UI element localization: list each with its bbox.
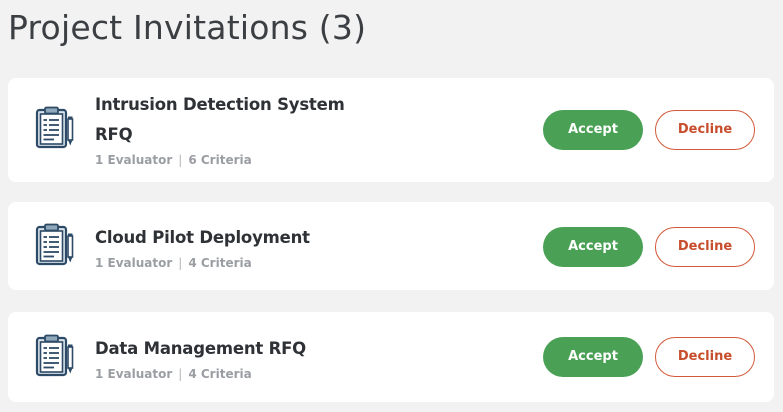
accept-button[interactable]: Accept (543, 337, 643, 377)
clipboard-icon (34, 106, 76, 150)
evaluator-count: 1 Evaluator (95, 256, 173, 270)
decline-button[interactable]: Decline (655, 337, 755, 377)
clipboard-icon (34, 334, 76, 378)
evaluator-count: 1 Evaluator (95, 153, 173, 167)
clipboard-icon (34, 223, 76, 267)
invitation-card: Data Management RFQ 1 Evaluator | 4 Criter… (8, 312, 774, 402)
meta-separator: | (178, 367, 183, 381)
meta-separator: | (178, 256, 183, 270)
accept-button[interactable]: Accept (543, 110, 643, 150)
evaluator-count: 1 Evaluator (95, 367, 173, 381)
project-title: Cloud Pilot Deployment (95, 228, 310, 247)
invitation-card: Intrusion Detection System RFQ 1 Evaluato… (8, 78, 774, 182)
meta-separator: | (178, 153, 183, 167)
decline-button[interactable]: Decline (655, 110, 755, 150)
invitation-info: Cloud Pilot Deployment 1 Evaluator | 4 Cri… (95, 223, 355, 271)
criteria-count: 4 Criteria (188, 367, 252, 381)
project-title-line: Intrusion Detection System (95, 95, 345, 114)
project-meta: 1 Evaluator | 4 Criteria (95, 255, 355, 271)
project-title-line: RFQ (95, 125, 133, 144)
invitation-info: Data Management RFQ 1 Evaluator | 4 Criter… (95, 334, 355, 382)
invitation-info: Intrusion Detection System RFQ 1 Evaluato… (95, 90, 355, 168)
accept-button[interactable]: Accept (543, 227, 643, 267)
project-title: Data Management RFQ (95, 339, 306, 358)
page-title: Project Invitations (3) (8, 8, 367, 47)
project-meta: 1 Evaluator | 6 Criteria (95, 152, 355, 168)
decline-button[interactable]: Decline (655, 227, 755, 267)
criteria-count: 4 Criteria (188, 256, 252, 270)
project-meta: 1 Evaluator | 4 Criteria (95, 366, 355, 382)
project-title: Intrusion Detection System RFQ (95, 90, 355, 150)
invitation-card: Cloud Pilot Deployment 1 Evaluator | 4 Cri… (8, 202, 774, 290)
criteria-count: 6 Criteria (188, 153, 252, 167)
